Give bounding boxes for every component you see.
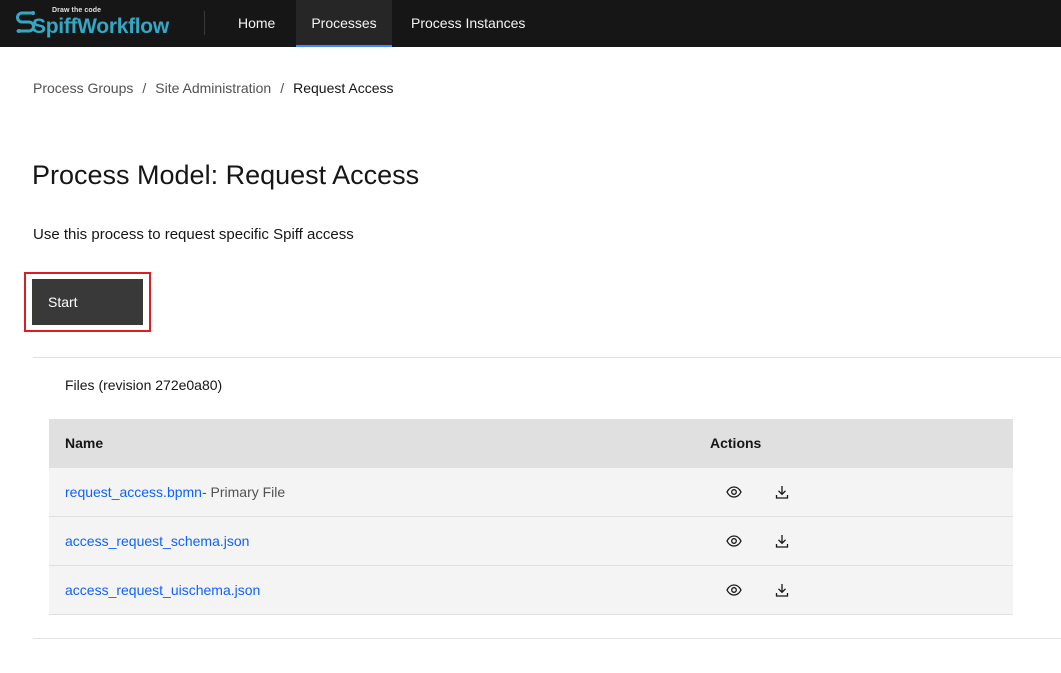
breadcrumb-separator: / — [142, 80, 147, 96]
table-row: access_request_uischema.json — [49, 564, 1013, 615]
breadcrumb-current: Request Access — [293, 80, 394, 96]
file-link[interactable]: request_access.bpmn — [65, 484, 202, 500]
breadcrumb-site-administration[interactable]: Site Administration — [155, 80, 271, 96]
table-row: access_request_schema.json — [49, 515, 1013, 565]
view-icon[interactable] — [718, 525, 750, 557]
breadcrumb-separator: / — [280, 80, 285, 96]
file-name-cell: request_access.bpmn- Primary File — [49, 466, 694, 516]
breadcrumb-process-groups[interactable]: Process Groups — [33, 80, 133, 96]
file-link[interactable]: access_request_uischema.json — [65, 582, 260, 598]
files-heading: Files (revision 272e0a80) — [65, 377, 223, 393]
download-icon[interactable] — [766, 525, 798, 557]
view-icon[interactable] — [718, 574, 750, 606]
column-header-name: Name — [49, 419, 694, 467]
section-divider — [33, 638, 1061, 639]
file-link[interactable]: access_request_schema.json — [65, 533, 249, 549]
primary-file-label: - Primary File — [201, 483, 286, 500]
file-actions-cell — [694, 515, 1013, 565]
file-actions-cell — [694, 466, 1013, 516]
column-header-actions: Actions — [694, 419, 1013, 467]
logo-text: SpiffWorkflow — [32, 15, 169, 38]
section-divider — [33, 357, 1061, 358]
nav-processes[interactable]: Processes — [296, 0, 392, 47]
nav-process-instances[interactable]: Process Instances — [395, 0, 541, 47]
download-icon[interactable] — [766, 476, 798, 508]
file-actions-cell — [694, 564, 1013, 615]
nav-home[interactable]: Home — [222, 0, 291, 47]
spiffworkflow-logo[interactable]: Draw the code SpiffWorkflow — [16, 5, 176, 41]
breadcrumb: Process Groups / Site Administration / Reque… — [33, 80, 394, 96]
table-row: request_access.bpmn- Primary File — [49, 466, 1013, 516]
file-name-cell: access_request_schema.json — [49, 515, 694, 565]
files-table: Name Actions request_access.bpmn- Primar… — [49, 419, 1013, 615]
download-icon[interactable] — [766, 574, 798, 606]
view-icon[interactable] — [718, 476, 750, 508]
file-name-cell: access_request_uischema.json — [49, 564, 694, 615]
page-title: Process Model: Request Access — [32, 160, 420, 190]
process-description: Use this process to request specific Spi… — [33, 226, 354, 243]
start-button[interactable]: Start — [32, 279, 143, 325]
top-nav-bar: Draw the code SpiffWorkflow Home Process… — [0, 0, 1061, 47]
logo-tagline: Draw the code — [52, 7, 102, 14]
table-header-row: Name Actions — [49, 419, 1013, 467]
nav-divider — [204, 11, 205, 35]
